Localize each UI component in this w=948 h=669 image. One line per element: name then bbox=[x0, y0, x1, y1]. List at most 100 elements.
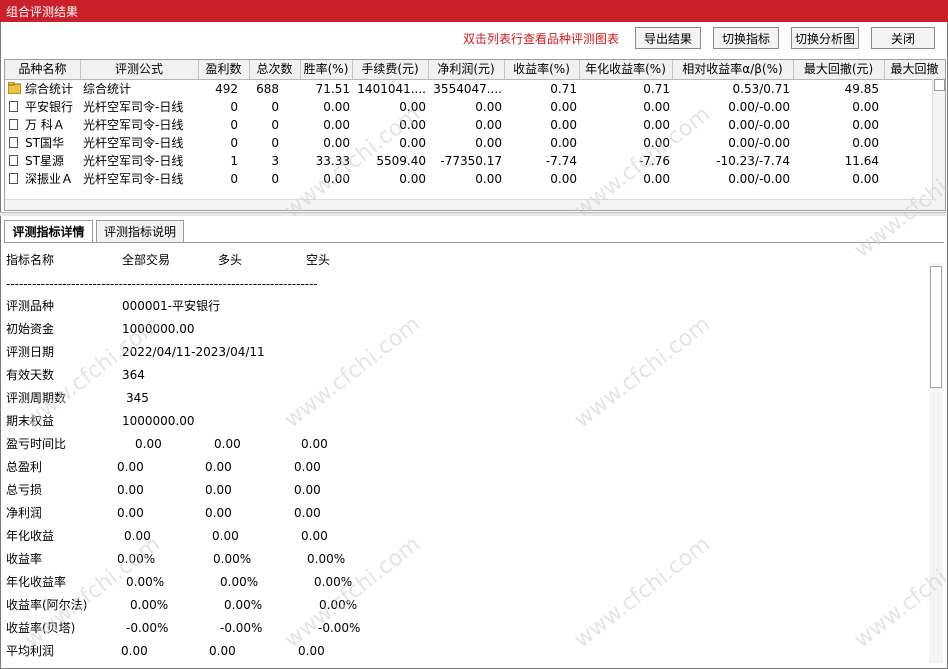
column-header[interactable]: 净利润(元) bbox=[428, 60, 505, 79]
cell-winrate: 0.00 bbox=[323, 136, 350, 150]
cell-name: 深振业Ａ bbox=[25, 172, 74, 186]
detail-scrollbar[interactable] bbox=[929, 263, 943, 663]
pane-splitter[interactable] bbox=[0, 212, 946, 216]
cell-ret: -7.74 bbox=[545, 154, 577, 168]
tab-detail[interactable]: 评测指标详情 bbox=[4, 220, 93, 243]
cell-ret: 0.00 bbox=[550, 136, 577, 150]
cell-wins: 1 bbox=[230, 154, 238, 168]
cell-name: 万 科Ａ bbox=[25, 118, 65, 132]
doc-icon bbox=[9, 155, 18, 166]
cell-net: 0.00 bbox=[475, 136, 502, 150]
detail-label: 总亏损 bbox=[6, 483, 43, 497]
cell-fee: 1401041.... bbox=[357, 82, 426, 96]
detail-header-all: 全部交易 bbox=[122, 253, 171, 267]
switch-indicator-button[interactable]: 切换指标 bbox=[713, 27, 779, 49]
doc-icon bbox=[9, 101, 18, 112]
cell-ret: 0.00 bbox=[550, 100, 577, 114]
cell-formula: 光杆空军司令-日线 bbox=[83, 100, 184, 114]
cell-drawdown: 0.00 bbox=[852, 118, 879, 132]
cell-fee: 0.00 bbox=[399, 172, 426, 186]
cell-drawdown: 0.00 bbox=[852, 100, 879, 114]
cell-annual: 0.00 bbox=[643, 100, 670, 114]
cell-name: 综合统计 bbox=[25, 82, 74, 96]
cell-net: 0.00 bbox=[475, 118, 502, 132]
column-header[interactable]: 最大回撤 bbox=[884, 60, 945, 79]
table-row[interactable]: 深振业Ａ 光杆空军司令-日线 0 0 0.00 0.00 0.00 0.00 0.00 0.00/… bbox=[5, 170, 933, 188]
detail-value-long: 0.00 bbox=[205, 483, 232, 497]
detail-panel: 指标名称 全部交易 多头 空头 ----------------------------… bbox=[4, 243, 928, 667]
column-header[interactable]: 收益率(%) bbox=[504, 60, 580, 79]
cell-total: 0 bbox=[271, 118, 279, 132]
column-header[interactable]: 年化收益率(%) bbox=[579, 60, 673, 79]
cell-ret: 0.00 bbox=[550, 172, 577, 186]
detail-value: 000001-平安银行 bbox=[122, 299, 221, 313]
column-header[interactable]: 总次数 bbox=[249, 60, 301, 79]
title-bar: 组合评测结果 bbox=[0, 0, 948, 22]
doc-icon bbox=[9, 137, 18, 148]
detail-value-short: 0.00 bbox=[294, 460, 321, 474]
detail-label: 收益率 bbox=[6, 552, 43, 566]
detail-value-short: 0.00 bbox=[301, 529, 328, 543]
cell-name: 平安银行 bbox=[25, 100, 74, 114]
close-button[interactable]: 关闭 bbox=[871, 27, 935, 49]
cell-total: 0 bbox=[271, 172, 279, 186]
scroll-thumb[interactable] bbox=[930, 266, 942, 388]
detail-value-all: 0.00 bbox=[117, 483, 144, 497]
cell-formula: 光杆空军司令-日线 bbox=[83, 136, 184, 150]
switch-chart-button[interactable]: 切换分析图 bbox=[791, 27, 859, 49]
cell-total: 0 bbox=[271, 100, 279, 114]
cell-net: 0.00 bbox=[475, 172, 502, 186]
grid-horizontal-scrollbar[interactable] bbox=[5, 199, 933, 210]
table-row[interactable]: 万 科Ａ 光杆空军司令-日线 0 0 0.00 0.00 0.00 0.00 0.00 0.00/… bbox=[5, 116, 933, 134]
column-header[interactable]: 盈利数 bbox=[198, 60, 250, 79]
detail-label: 总盈利 bbox=[6, 460, 43, 474]
hint-text: 双击列表行查看品种评测图表 bbox=[463, 32, 620, 46]
cell-wins: 0 bbox=[230, 136, 238, 150]
detail-value-short: 0.00 bbox=[301, 437, 328, 451]
table-row[interactable]: 平安银行 光杆空军司令-日线 0 0 0.00 0.00 0.00 0.00 0.00 0.00/… bbox=[5, 98, 933, 116]
detail-label: 有效天数 bbox=[6, 368, 55, 382]
detail-value-long: 0.00 bbox=[214, 437, 241, 451]
detail-label: 净利润 bbox=[6, 506, 43, 520]
detail-value-long: 0.00% bbox=[220, 575, 259, 589]
doc-icon bbox=[9, 119, 18, 130]
export-button[interactable]: 导出结果 bbox=[635, 27, 701, 49]
results-grid: 品种名称 评测公式 盈利数 总次数 胜率(%) 手续费(元) 净利润(元) 收益率(%) 年化收… bbox=[4, 59, 946, 211]
column-header[interactable]: 胜率(%) bbox=[300, 60, 353, 79]
cell-wins: 0 bbox=[230, 118, 238, 132]
detail-value-all: -0.00% bbox=[126, 621, 169, 635]
scroll-up-icon[interactable] bbox=[934, 79, 945, 91]
detail-value: 345 bbox=[126, 391, 149, 405]
detail-value-all: 0.00 bbox=[135, 437, 162, 451]
column-header[interactable]: 最大回撤(元) bbox=[793, 60, 885, 79]
tab-explain[interactable]: 评测指标说明 bbox=[96, 220, 184, 242]
cell-drawdown: 49.85 bbox=[844, 82, 879, 96]
column-header[interactable]: 评测公式 bbox=[80, 60, 199, 79]
detail-value-all: 0.00 bbox=[117, 506, 144, 520]
cell-net: 3554047.... bbox=[433, 82, 502, 96]
grid-header: 品种名称 评测公式 盈利数 总次数 胜率(%) 手续费(元) 净利润(元) 收益率(%) 年化收… bbox=[5, 60, 945, 80]
detail-value-long: 0.00 bbox=[209, 644, 236, 658]
cell-total: 0 bbox=[271, 136, 279, 150]
cell-wins: 0 bbox=[230, 172, 238, 186]
cell-wins: 0 bbox=[230, 100, 238, 114]
column-header[interactable]: 手续费(元) bbox=[352, 60, 429, 79]
column-header[interactable]: 品种名称 bbox=[5, 60, 81, 79]
cell-name: ST星源 bbox=[25, 154, 64, 168]
detail-header-name: 指标名称 bbox=[6, 253, 55, 267]
detail-value-all: 0.00% bbox=[130, 598, 169, 612]
cell-total: 688 bbox=[256, 82, 279, 96]
detail-label: 年化收益率 bbox=[6, 575, 67, 589]
detail-value-long: 0.00 bbox=[212, 529, 239, 543]
table-row[interactable]: 综合统计 综合统计 492 688 71.51 1401041.... 3554047...… bbox=[5, 80, 933, 98]
column-header[interactable]: 相对收益率α/β(%) bbox=[672, 60, 794, 79]
table-row[interactable]: ST星源 光杆空军司令-日线 1 3 33.33 5509.40 -77350.17 -7.7… bbox=[5, 152, 933, 170]
table-row[interactable]: ST国华 光杆空军司令-日线 0 0 0.00 0.00 0.00 0.00 0.00 0.00/… bbox=[5, 134, 933, 152]
cell-annual: 0.00 bbox=[643, 118, 670, 132]
detail-value-short: 0.00% bbox=[307, 552, 346, 566]
cell-net: 0.00 bbox=[475, 100, 502, 114]
cell-annual: 0.71 bbox=[643, 82, 670, 96]
cell-drawdown: 0.00 bbox=[852, 172, 879, 186]
detail-value-long: 0.00 bbox=[205, 506, 232, 520]
detail-label: 盈亏时间比 bbox=[6, 437, 67, 451]
